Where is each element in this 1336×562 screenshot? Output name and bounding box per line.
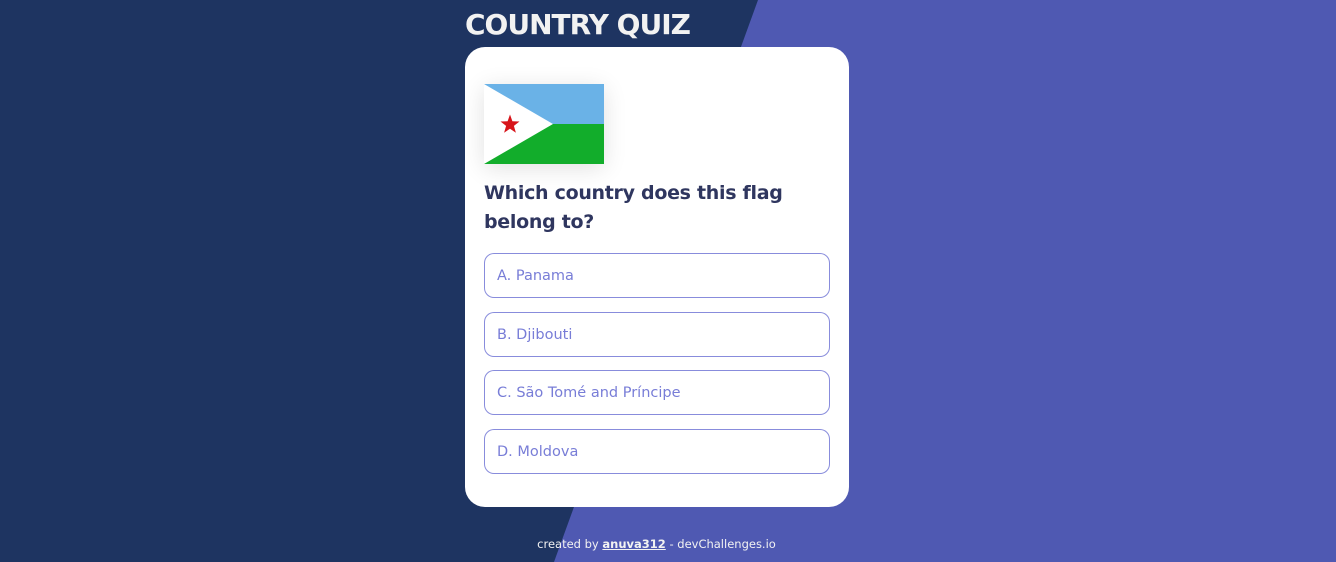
answer-option-b[interactable]: B. Djibouti: [484, 312, 830, 357]
answer-option-c[interactable]: C. São Tomé and Príncipe: [484, 370, 830, 415]
answer-option-label: B. Djibouti: [497, 326, 573, 343]
answer-option-label: D. Moldova: [497, 443, 579, 460]
djibouti-flag-icon: [484, 84, 604, 164]
answer-option-label: C. São Tomé and Príncipe: [497, 384, 681, 401]
footer-separator: -: [669, 537, 674, 551]
question-text: Which country does this flag belong to?: [484, 182, 783, 233]
answer-option-label: A. Panama: [497, 267, 574, 284]
footer-site: devChallenges.io: [677, 537, 776, 551]
footer-credits: created by anuva312 - devChallenges.io: [0, 537, 1313, 551]
app-title: COUNTRY QUIZ: [465, 8, 691, 41]
answer-option-a[interactable]: A. Panama: [484, 253, 830, 298]
answer-option-d[interactable]: D. Moldova: [484, 429, 830, 474]
author-link[interactable]: anuva312: [602, 537, 665, 551]
footer-prefix: created by: [537, 537, 599, 551]
quiz-card: Which country does this flag belong to? …: [465, 47, 849, 507]
